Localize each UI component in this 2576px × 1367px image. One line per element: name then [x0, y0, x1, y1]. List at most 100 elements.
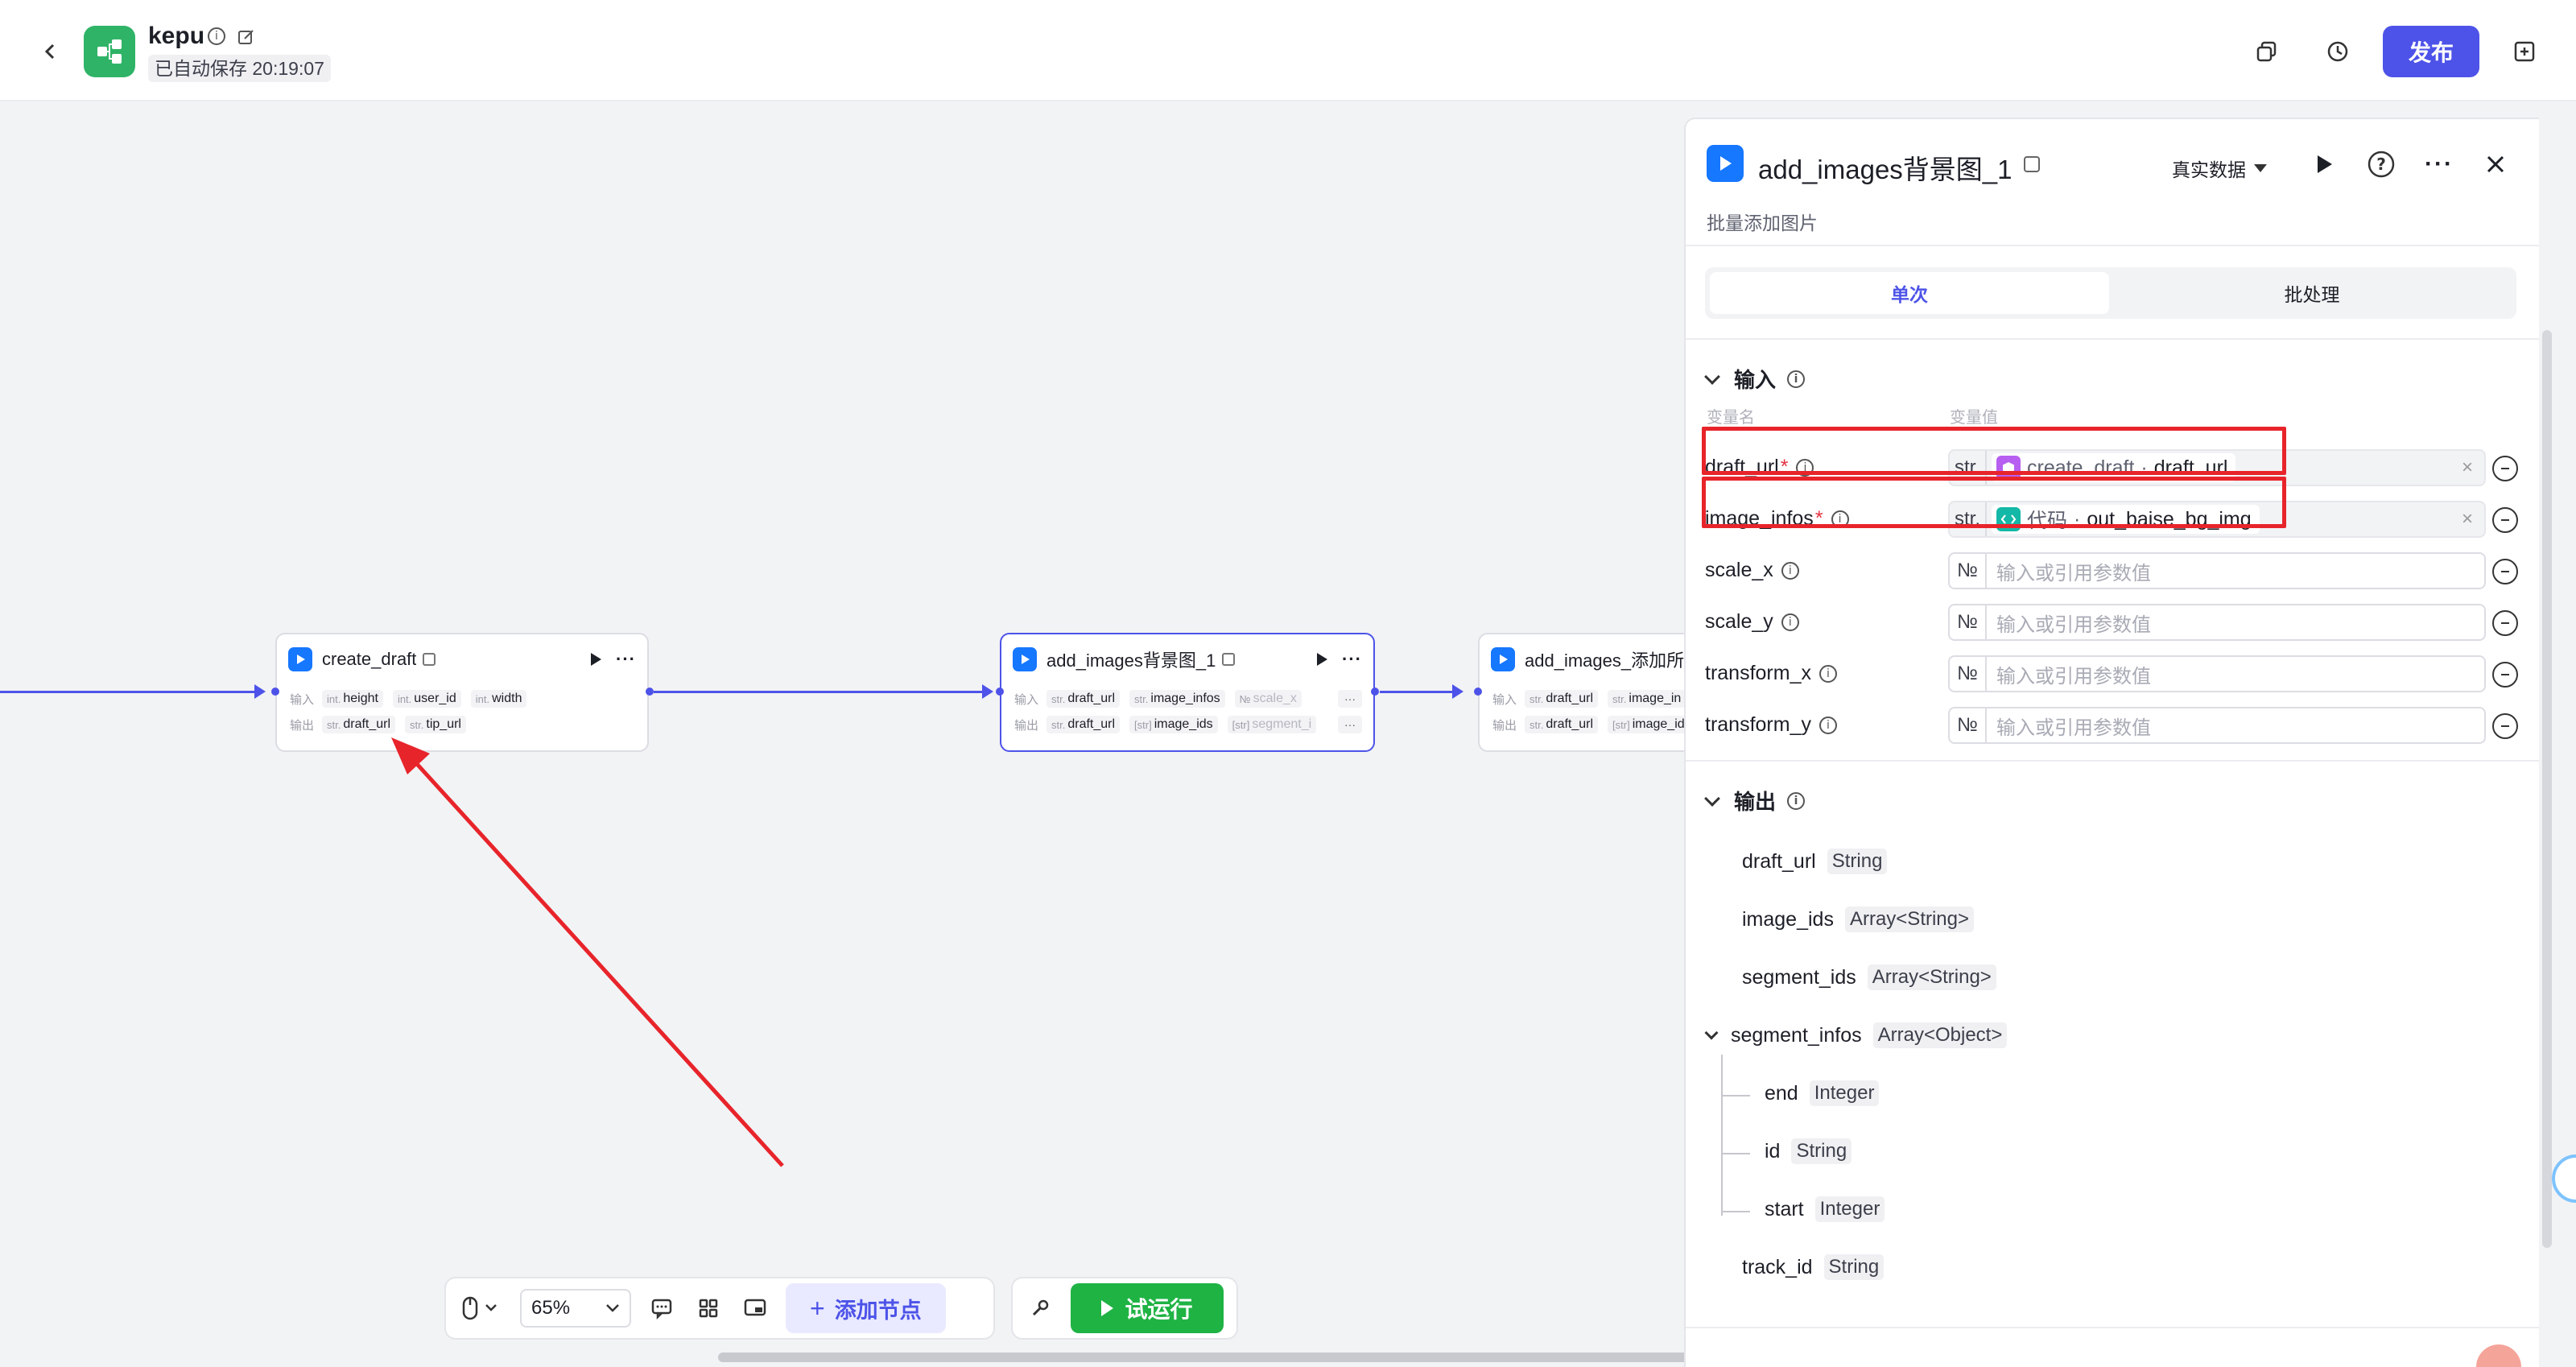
help-icon[interactable]: ? [2363, 147, 2399, 182]
input-label: 输入 [290, 692, 315, 707]
add-node-button[interactable]: + 添加节点 [786, 1283, 946, 1333]
data-source-select[interactable]: 真实数据 [2172, 155, 2267, 182]
param-value-field[interactable]: № 输入或引用参数值 [1948, 604, 2486, 641]
column-header-name: 变量名 [1707, 409, 1755, 427]
run-node-icon[interactable] [591, 653, 602, 666]
info-icon[interactable]: i [1787, 791, 1806, 810]
info-icon[interactable]: i [208, 27, 225, 45]
param-value-field[interactable]: № 输入或引用参数值 [1948, 552, 2486, 589]
info-icon[interactable]: i [1781, 561, 1799, 580]
add-node-label: 添加节点 [834, 1298, 922, 1323]
info-icon[interactable]: i [1818, 716, 1837, 734]
divider [1686, 1327, 2539, 1328]
panel-toggle-icon[interactable] [2505, 32, 2544, 71]
more-icon[interactable]: ··· [616, 650, 636, 668]
expand-icon[interactable] [2492, 662, 2518, 688]
chevron-left-icon [44, 43, 55, 60]
svg-text:?: ? [2376, 155, 2386, 174]
debug-wrench-icon[interactable] [1024, 1292, 1056, 1324]
node-add-images-bg[interactable]: add_images背景图_1 ··· 输入 str. draft_url str… [1000, 633, 1375, 752]
placeholder: 输入或引用参数值 [1996, 562, 2151, 584]
tab-batch[interactable]: 批处理 [2112, 272, 2512, 314]
expand-icon[interactable] [2492, 456, 2518, 481]
param-value-field[interactable]: № 输入或引用参数值 [1948, 707, 2486, 744]
workflow-icon [97, 39, 122, 64]
input-chip: str. image_in [1608, 690, 1686, 708]
pointer-mode-icon[interactable] [457, 1292, 506, 1324]
output-port[interactable] [646, 688, 654, 696]
output-section-title: 输出 [1734, 790, 1777, 814]
input-port[interactable] [271, 688, 279, 696]
output-item-expandable[interactable]: segment_infos Array<Object> [1704, 1022, 2008, 1048]
input-row-transform-y: transform_y i № 输入或引用参数值 [1705, 707, 2518, 745]
comment-icon[interactable] [646, 1292, 678, 1324]
node-title: create_draft [322, 649, 417, 669]
input-chip: str. draft_url [1525, 690, 1599, 708]
run-mode-tabs: 单次 批处理 [1705, 267, 2516, 319]
node-title: add_images背景图_1 [1046, 650, 1216, 671]
layout-grid-icon[interactable] [692, 1292, 724, 1324]
output-item: draft_url String [1742, 849, 1888, 874]
tree-line [1721, 1095, 1750, 1096]
more-icon[interactable]: ··· [2421, 147, 2457, 182]
vertical-scrollbar[interactable] [2542, 330, 2552, 1248]
info-icon[interactable]: i [1787, 370, 1806, 388]
run-icon[interactable] [2307, 147, 2343, 182]
plugin-icon [288, 647, 312, 671]
expand-icon[interactable] [2492, 713, 2518, 739]
info-icon[interactable]: i [1818, 664, 1837, 683]
data-source-label: 真实数据 [2172, 159, 2246, 180]
copy-icon[interactable] [2248, 32, 2286, 71]
run-node-icon[interactable] [1317, 653, 1328, 666]
expand-icon[interactable] [2492, 559, 2518, 584]
param-label: scale_y i [1705, 610, 1799, 634]
clear-icon[interactable]: × [2462, 456, 2473, 479]
close-icon[interactable] [2478, 147, 2513, 182]
output-section-header[interactable]: 输出 i [1704, 786, 1806, 816]
panel-title[interactable]: add_images背景图_1 [1758, 148, 2013, 187]
more-outputs-indicator: ··· [1338, 716, 1362, 733]
autosave-status: 已自动保存 20:19:07 [148, 55, 331, 82]
edit-icon[interactable] [237, 27, 256, 51]
chevron-down-icon [606, 1304, 619, 1312]
publish-button[interactable]: 发布 [2383, 26, 2479, 77]
info-icon[interactable]: i [1781, 613, 1799, 631]
more-icon[interactable]: ··· [1342, 650, 1362, 668]
output-chip: [str] segment_i [1227, 716, 1317, 733]
input-section-header[interactable]: 输入 i [1704, 364, 1806, 394]
input-section-title: 输入 [1734, 368, 1777, 392]
output-port[interactable] [1371, 688, 1379, 696]
edge-arrowhead [1452, 684, 1463, 699]
input-label: 输入 [1014, 692, 1039, 707]
type-tag: № [1950, 605, 1987, 639]
placeholder: 输入或引用参数值 [1996, 717, 2151, 739]
input-chip: № scale_x [1234, 690, 1302, 708]
input-port[interactable] [1474, 688, 1482, 696]
history-icon[interactable] [2318, 32, 2357, 71]
minimap-icon[interactable] [739, 1292, 771, 1324]
edge-add-images-to-next [1380, 691, 1454, 693]
plugin-badge-icon [1222, 653, 1236, 666]
output-chip: str. draft_url [1525, 716, 1599, 733]
divider [1686, 338, 2539, 340]
trial-run-button[interactable]: 试运行 [1071, 1283, 1224, 1333]
node-create-draft[interactable]: create_draft ··· 输入 int. height int. user_… [275, 633, 649, 752]
app-logo [84, 26, 135, 77]
plugin-icon [1707, 145, 1744, 182]
param-value-field[interactable]: № 输入或引用参数值 [1948, 655, 2486, 692]
expand-icon[interactable] [2492, 610, 2518, 636]
placeholder: 输入或引用参数值 [1996, 613, 2151, 636]
tab-single[interactable]: 单次 [1710, 272, 2109, 314]
node-output-row: 输出 str. draft_url str. tip_url [290, 715, 636, 734]
expand-icon[interactable] [2492, 507, 2518, 533]
back-button[interactable] [35, 37, 64, 66]
param-label: scale_x i [1705, 559, 1799, 582]
plugin-badge-icon [423, 653, 436, 666]
clear-icon[interactable]: × [2462, 508, 2473, 531]
node-header: create_draft ··· [288, 646, 636, 673]
caret-down-icon [2254, 164, 2267, 172]
plugin-icon [1013, 647, 1037, 671]
input-port[interactable] [996, 688, 1004, 696]
divider [1686, 760, 2539, 762]
zoom-select[interactable]: 65% [520, 1289, 631, 1328]
